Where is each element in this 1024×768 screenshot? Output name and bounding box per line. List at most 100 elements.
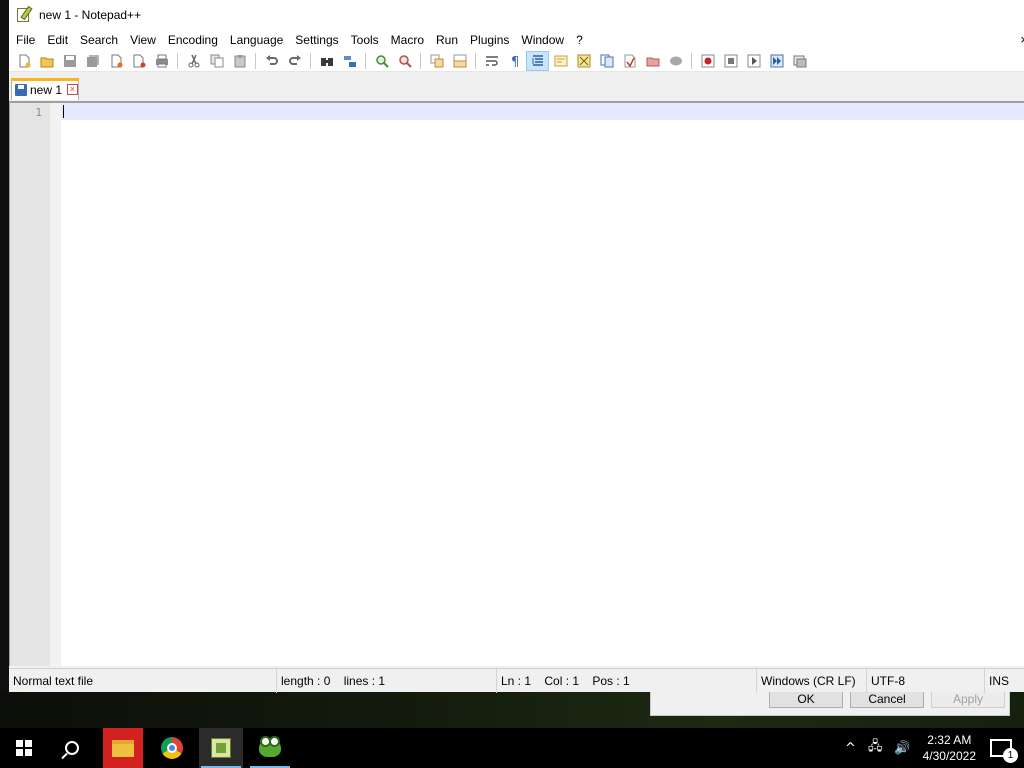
zoom-out-icon <box>398 54 412 68</box>
function-list-button[interactable] <box>595 51 618 71</box>
toolbar-separator <box>475 52 476 69</box>
run-macro-multiple-button[interactable] <box>765 51 788 71</box>
unsaved-file-icon <box>15 83 27 96</box>
indent-guide-button[interactable] <box>526 50 549 71</box>
menu-file[interactable]: File <box>10 30 41 50</box>
clock-time: 2:32 AM <box>927 733 972 747</box>
zoom-in-icon <box>375 54 389 68</box>
new-file-button[interactable] <box>12 51 35 71</box>
close-document-icon[interactable]: × <box>1020 32 1024 47</box>
status-file-type: Normal text file <box>13 674 94 688</box>
system-tray: ^ 🖧 🔊 2:32 AM 4/30/2022 1 <box>839 728 1024 768</box>
search-button[interactable] <box>50 728 94 768</box>
save-button[interactable] <box>58 51 81 71</box>
svg-text:¶: ¶ <box>511 55 519 68</box>
zoom-out-button[interactable] <box>393 51 416 71</box>
menu-tools[interactable]: Tools <box>345 30 385 50</box>
open-file-icon <box>40 57 53 67</box>
save-macro-button[interactable] <box>788 51 811 71</box>
save-all-icon <box>86 54 99 67</box>
show-all-chars-button[interactable]: ¶ <box>503 51 526 71</box>
text-caret <box>63 105 64 118</box>
notification-center-icon[interactable]: 1 <box>990 739 1018 763</box>
tab-close-icon[interactable]: × <box>67 84 79 95</box>
replace-button[interactable] <box>338 51 361 71</box>
monitoring-button[interactable] <box>641 51 664 71</box>
monitoring-icon <box>646 57 659 66</box>
frog-icon <box>259 736 281 757</box>
menu-help[interactable]: ? <box>570 30 589 50</box>
record-macro-button[interactable] <box>696 51 719 71</box>
save-all-button[interactable] <box>81 51 104 71</box>
save-icon <box>63 54 76 67</box>
menu-encoding[interactable]: Encoding <box>162 30 224 50</box>
menu-edit[interactable]: Edit <box>41 30 74 50</box>
play-macro-button[interactable] <box>742 51 765 71</box>
menu-bar: File Edit Search View Encoding Language … <box>9 30 1024 50</box>
status-insert-mode[interactable]: INS <box>984 669 1024 693</box>
close-button[interactable] <box>104 51 127 71</box>
replace-icon <box>343 55 356 67</box>
open-file-button[interactable] <box>35 51 58 71</box>
fold-margin[interactable] <box>50 103 61 666</box>
paste-icon <box>234 54 245 67</box>
redo-button[interactable] <box>283 51 306 71</box>
menu-language[interactable]: Language <box>224 30 289 50</box>
sync-horizontal-button[interactable] <box>448 51 471 71</box>
paste-button[interactable] <box>228 51 251 71</box>
notification-count-badge: 1 <box>1003 748 1018 763</box>
frog-app-taskbar-button[interactable] <box>248 728 292 768</box>
menu-macro[interactable]: Macro <box>385 30 430 50</box>
menu-view[interactable]: View <box>124 30 162 50</box>
file-explorer-button[interactable] <box>101 728 145 768</box>
record-toggle-button[interactable] <box>664 51 687 71</box>
toolbar-separator <box>691 52 692 69</box>
user-language-icon <box>554 55 567 66</box>
notepadpp-icon <box>211 738 231 758</box>
ellipse-icon <box>669 56 682 65</box>
copy-button[interactable] <box>205 51 228 71</box>
undo-button[interactable] <box>260 51 283 71</box>
word-wrap-button[interactable] <box>480 51 503 71</box>
zoom-in-button[interactable] <box>370 51 393 71</box>
document-map-button[interactable] <box>572 51 595 71</box>
menu-plugins[interactable]: Plugins <box>464 30 515 50</box>
status-length-lines: length : 0 lines : 1 <box>276 669 496 693</box>
chevron-up-icon[interactable]: ^ <box>845 741 856 756</box>
network-icon[interactable]: 🖧 <box>868 737 883 759</box>
start-button[interactable] <box>2 728 46 768</box>
taskbar: ^ 🖧 🔊 2:32 AM 4/30/2022 1 <box>0 728 1024 768</box>
cut-button[interactable] <box>182 51 205 71</box>
tab-new-1[interactable]: new 1 × <box>11 78 79 100</box>
menu-window[interactable]: Window <box>515 30 570 50</box>
status-encoding[interactable]: UTF-8 <box>866 669 984 693</box>
user-language-button[interactable] <box>549 51 572 71</box>
copy-icon <box>210 54 223 67</box>
folder-as-workspace-icon <box>624 54 635 67</box>
find-button[interactable] <box>315 51 338 71</box>
volume-icon[interactable]: 🔊 <box>894 741 910 756</box>
tab-label: new 1 <box>30 82 63 97</box>
toolbar-separator <box>365 52 366 69</box>
menu-run[interactable]: Run <box>430 30 464 50</box>
sync-vertical-button[interactable] <box>425 51 448 71</box>
clock[interactable]: 2:32 AM 4/30/2022 <box>923 732 976 764</box>
status-eol[interactable]: Windows (CR LF) <box>756 669 866 693</box>
close-all-button[interactable] <box>127 51 150 71</box>
window-title: new 1 - Notepad++ <box>39 8 142 22</box>
stop-record-button[interactable] <box>719 51 742 71</box>
menu-settings[interactable]: Settings <box>289 30 344 50</box>
chrome-button[interactable] <box>150 728 194 768</box>
print-button[interactable] <box>150 51 173 71</box>
folder-as-workspace-button[interactable] <box>618 51 641 71</box>
menu-search[interactable]: Search <box>74 30 124 50</box>
play-macro-icon <box>747 54 760 67</box>
notepadpp-taskbar-button[interactable] <box>199 728 243 768</box>
notepadpp-app-icon <box>15 5 33 24</box>
undo-icon <box>265 54 278 65</box>
record-macro-icon <box>701 54 714 67</box>
tab-bar: new 1 × <box>9 72 1024 100</box>
toolbar-separator <box>420 52 421 69</box>
title-bar[interactable]: new 1 - Notepad++ <box>9 0 1024 30</box>
editor-area[interactable]: 1 <box>9 101 1024 666</box>
